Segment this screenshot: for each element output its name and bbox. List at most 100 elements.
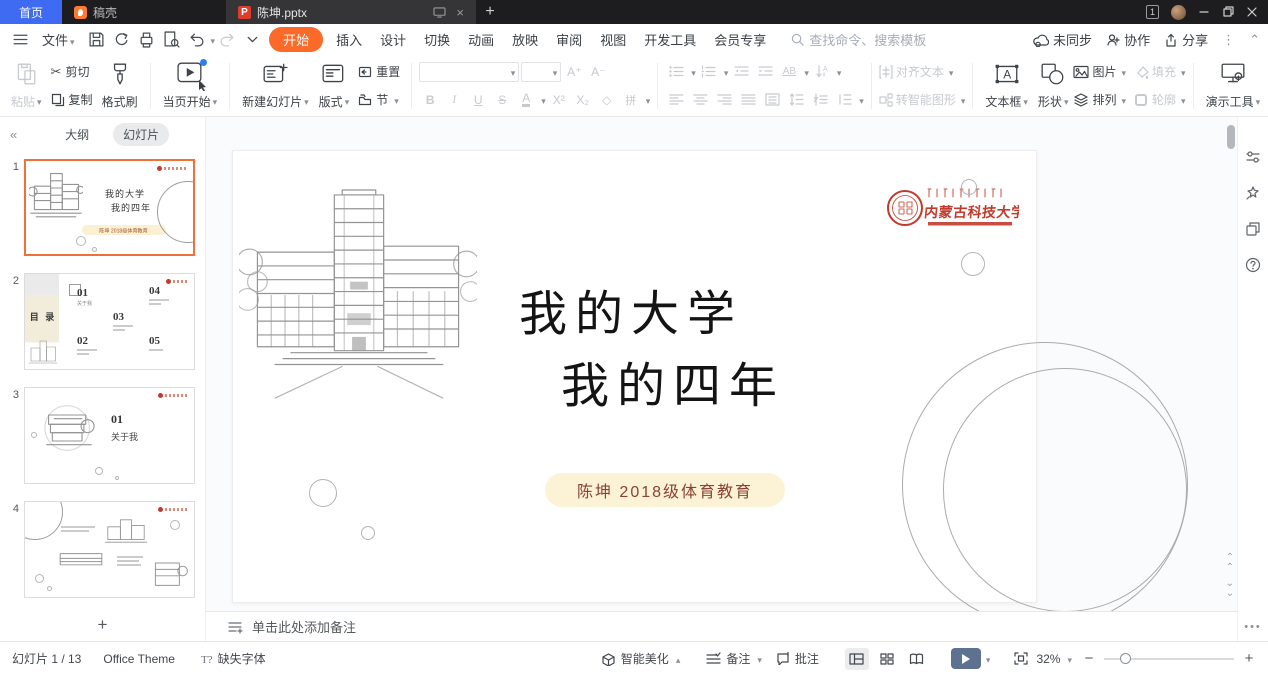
comments-button[interactable]: 批注 (776, 650, 819, 667)
subscript-icon[interactable] (572, 90, 594, 110)
decrease-font-size-icon[interactable] (587, 62, 609, 82)
text-direction-icon[interactable] (778, 62, 800, 82)
sort-text-icon[interactable]: A (811, 62, 833, 82)
italic-icon[interactable] (443, 90, 465, 110)
align-text-button[interactable]: 对齐文本 (879, 60, 966, 84)
fill-button[interactable]: 填充 (1134, 60, 1186, 84)
export-icon[interactable] (113, 31, 130, 48)
justify-icon[interactable] (737, 90, 759, 110)
picture-button[interactable]: 图片 (1073, 60, 1126, 84)
thumbnail-row-4[interactable]: 4 (6, 501, 199, 598)
hamburger-menu-icon[interactable] (12, 31, 29, 48)
bullet-list-icon[interactable] (665, 62, 687, 82)
line-spacing-icon[interactable] (833, 90, 855, 110)
distribute-icon[interactable] (761, 90, 783, 110)
zoom-slider[interactable] (1104, 658, 1234, 660)
tab-gaoke[interactable]: 稿壳 (62, 0, 168, 24)
collapse-panel-icon[interactable]: « (10, 127, 17, 142)
thumbnail-row-3[interactable]: 3 01 关于我 (6, 387, 199, 484)
decrease-indent-icon[interactable] (730, 62, 752, 82)
thumbnail-row-2[interactable]: 2 目 录 01关于我 04 03 02 05 (6, 273, 199, 370)
slide-thumbnail-1[interactable]: 我的大学 我的四年 陈坤 2018级体育教育 (24, 159, 195, 256)
tab-design[interactable]: 设计 (371, 27, 415, 52)
tab-outline[interactable]: 大纲 (55, 123, 99, 146)
more-tools-icon[interactable]: ••• (1244, 621, 1262, 633)
section-button[interactable]: 节 (354, 88, 404, 112)
clear-format-icon[interactable] (596, 90, 618, 110)
copy-button[interactable]: 复制 (47, 88, 97, 112)
format-painter-button[interactable]: 格式刷 (97, 60, 143, 112)
minimize-button[interactable] (1198, 6, 1210, 18)
arrange-button[interactable]: 排列 (1073, 88, 1126, 112)
customize-toolbar-icon[interactable] (244, 31, 261, 48)
missing-font-button[interactable]: 缺失字体 (201, 650, 266, 667)
increase-font-size-icon[interactable] (563, 62, 585, 82)
save-icon[interactable] (88, 31, 105, 48)
tab-view[interactable]: 视图 (591, 27, 635, 52)
redo-icon[interactable] (219, 31, 236, 48)
underline-icon[interactable] (467, 90, 489, 110)
tab-review[interactable]: 审阅 (547, 27, 591, 52)
cut-button[interactable]: ✂剪切 (47, 60, 97, 84)
window-list-button[interactable]: 1 (1146, 5, 1159, 19)
bold-icon[interactable] (419, 90, 441, 110)
superscript-icon[interactable] (548, 90, 570, 110)
reset-button[interactable]: 重置 (354, 60, 404, 84)
slide-subtitle[interactable]: 陈坤 2018级体育教育 (545, 473, 785, 507)
command-search[interactable]: 查找命令、搜索模板 (791, 30, 926, 49)
chevron-down-icon[interactable] (984, 652, 991, 666)
numbered-list-icon[interactable] (698, 62, 720, 82)
textbox-button[interactable]: A 文本框 (980, 60, 1033, 112)
editing-canvas[interactable]: 我的大学 我的四年 陈坤 2018级体育教育 内蒙古科技大学 ⌃⌃ ⌄⌄ (206, 117, 1237, 611)
more-options-icon[interactable]: ⋮ (1222, 32, 1235, 48)
notes-button[interactable]: 备注 (706, 650, 762, 667)
help-icon[interactable] (1245, 257, 1261, 273)
duplicate-window-icon[interactable] (1245, 221, 1261, 237)
align-right-icon[interactable] (713, 90, 735, 110)
properties-icon[interactable] (1245, 149, 1261, 165)
slide-thumbnail-3[interactable]: 01 关于我 (24, 387, 195, 484)
tab-insert[interactable]: 插入 (327, 27, 371, 52)
smart-beautify-button[interactable]: 智能美化 (601, 650, 681, 667)
normal-view-button[interactable] (845, 648, 869, 670)
increase-indent-icon[interactable] (754, 62, 776, 82)
line-spacing-decrease-icon[interactable] (809, 90, 831, 110)
menu-file[interactable]: 文件 (33, 27, 84, 52)
font-size-select[interactable] (521, 62, 561, 82)
screen-share-icon[interactable] (433, 7, 446, 18)
zoom-in-button[interactable]: + (1242, 650, 1256, 667)
close-tab-icon[interactable]: × (456, 5, 464, 20)
restore-button[interactable] (1222, 6, 1234, 18)
strikethrough-icon[interactable] (491, 90, 513, 110)
print-icon[interactable] (138, 31, 155, 48)
pinyin-guide-icon[interactable] (620, 90, 642, 110)
font-color-icon[interactable] (515, 90, 537, 110)
reading-view-button[interactable] (905, 648, 929, 670)
zoom-level[interactable]: 32% (1036, 652, 1072, 666)
tab-document[interactable]: P 陈坤.pptx × (226, 0, 476, 24)
sync-status-button[interactable]: 未同步 (1033, 30, 1092, 49)
collapse-ribbon-icon[interactable]: ⌃ (1249, 32, 1260, 48)
font-family-select[interactable] (419, 62, 519, 82)
tab-transitions[interactable]: 切换 (415, 27, 459, 52)
zoom-out-button[interactable]: − (1082, 650, 1096, 667)
paste-button[interactable]: 粘贴 (6, 60, 47, 112)
shapes-button[interactable]: 形状 (1033, 60, 1074, 112)
vertical-scrollbar[interactable] (1227, 125, 1235, 149)
tab-home-ribbon[interactable]: 开始 (269, 27, 323, 52)
previous-slide-icon[interactable]: ⌃⌃ (1224, 553, 1236, 573)
undo-button[interactable] (184, 31, 216, 48)
align-left-icon[interactable] (665, 90, 687, 110)
tab-member[interactable]: 会员专享 (705, 27, 775, 52)
next-slide-icon[interactable]: ⌄⌄ (1224, 579, 1236, 599)
slide-title[interactable]: 我的大学 我的四年 (403, 279, 859, 423)
tab-devtools[interactable]: 开发工具 (635, 27, 705, 52)
new-slide-button[interactable]: 新建幻灯片 (237, 60, 314, 112)
collaborate-button[interactable]: 协作 (1106, 30, 1150, 49)
tab-animation[interactable]: 动画 (459, 27, 503, 52)
close-window-button[interactable] (1246, 6, 1258, 18)
notes-bar[interactable]: 单击此处添加备注 (206, 611, 1237, 641)
presentation-tools-button[interactable]: 演示工具 (1201, 60, 1266, 112)
align-center-icon[interactable] (689, 90, 711, 110)
share-button[interactable]: 分享 (1164, 30, 1208, 49)
